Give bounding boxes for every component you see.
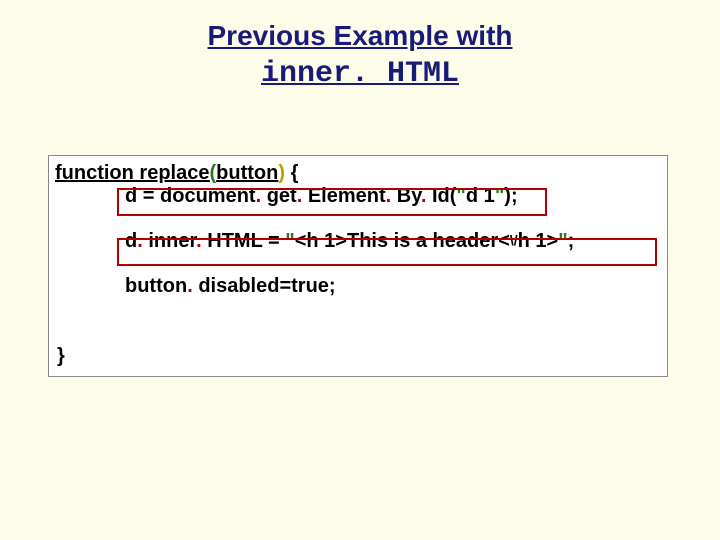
paren-close: ): [278, 162, 285, 184]
brace-open: {: [285, 162, 298, 184]
code-line-2: d = document. get. Element. By. Id("d 1"…: [55, 185, 659, 208]
title-line1: Previous Example with: [208, 20, 513, 51]
brace-close: }: [57, 345, 65, 368]
function-keyword: function replace: [55, 162, 209, 184]
code-box: function replace(button) { d = document.…: [48, 155, 668, 377]
code-line-1: function replace(button) {: [55, 162, 659, 185]
code-line-3: d. inner. HTML = "<h 1>This is a header<…: [55, 230, 659, 253]
code-line-4: button. disabled=true;: [55, 275, 659, 298]
title-line2: inner. HTML: [261, 57, 459, 91]
param: button: [216, 162, 278, 184]
slide-title: Previous Example with inner. HTML: [0, 0, 720, 94]
